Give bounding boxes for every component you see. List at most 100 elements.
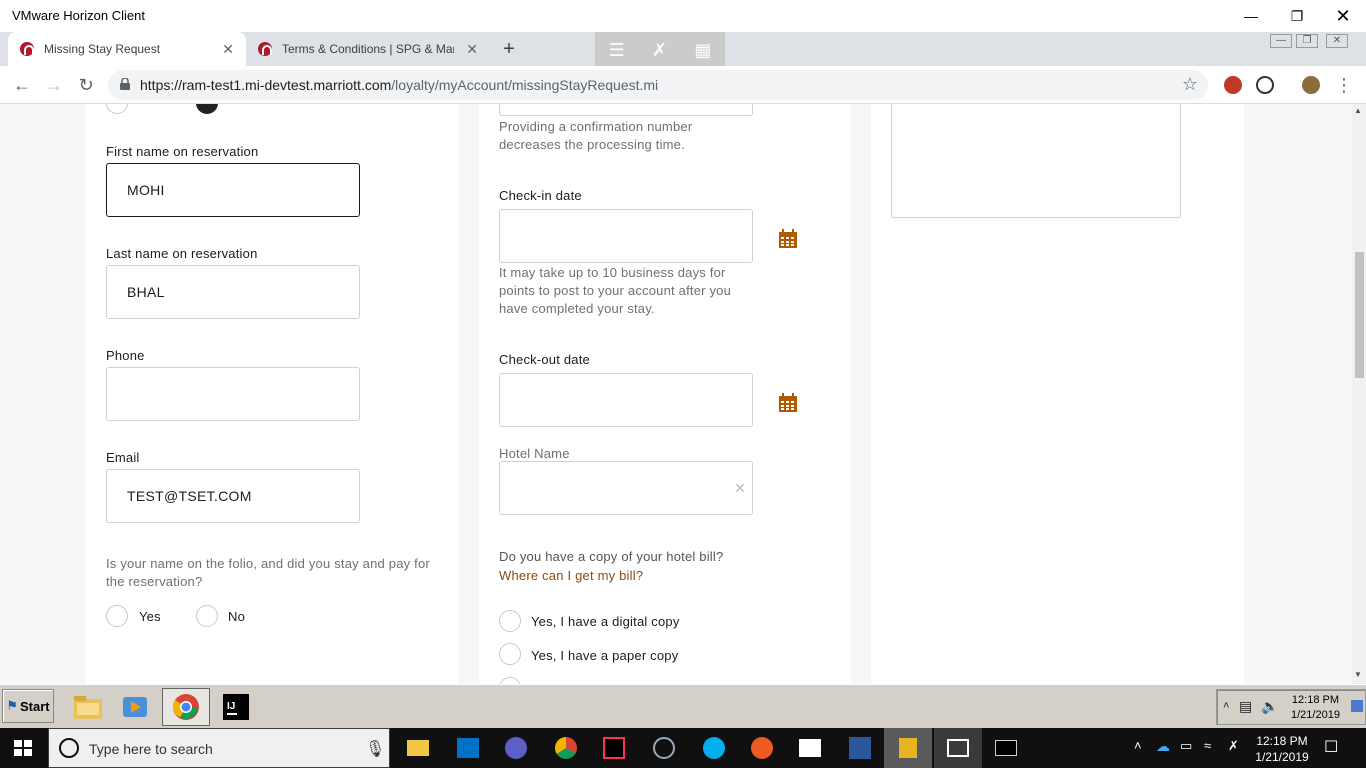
minimize-button[interactable]: — xyxy=(1228,0,1274,32)
url-host: https://ram-test1.mi-devtest.marriott.co… xyxy=(140,77,392,93)
media-player-icon[interactable] xyxy=(115,689,155,725)
lock-icon xyxy=(120,78,130,90)
microphone-icon[interactable]: 🎙 xyxy=(365,739,385,759)
bill-paper-radio[interactable] xyxy=(499,643,521,665)
reload-button[interactable]: ↻ xyxy=(74,74,98,96)
chrome-taskbar-icon[interactable] xyxy=(542,728,590,768)
mute-icon[interactable]: ✗ xyxy=(1228,738,1239,754)
intellij-icon[interactable]: IJ xyxy=(216,689,256,725)
word-icon[interactable] xyxy=(836,728,884,768)
show-desktop-icon[interactable] xyxy=(1351,700,1363,712)
close-tab-icon[interactable]: ✕ xyxy=(466,41,478,58)
tray-expand-icon[interactable]: ˄ xyxy=(1223,700,1229,712)
skype-icon[interactable] xyxy=(690,728,738,768)
confirmation-number-input[interactable] xyxy=(499,104,753,116)
folio-no-label: No xyxy=(228,609,246,624)
vm-restore-icon[interactable]: ❐ xyxy=(1296,34,1318,48)
file-explorer-taskbar-icon[interactable] xyxy=(394,728,442,768)
scroll-down-icon[interactable]: ▼ xyxy=(1354,670,1362,679)
vm-minimize-icon[interactable]: — xyxy=(1270,34,1292,48)
vmware-horizon-icon[interactable] xyxy=(934,728,982,768)
checkin-calendar-icon[interactable] xyxy=(778,229,798,249)
address-bar[interactable]: https://ram-test1.mi-devtest.marriott.co… xyxy=(108,70,1208,100)
new-tab-button[interactable]: + xyxy=(498,38,520,60)
close-tab-icon[interactable]: ✕ xyxy=(222,41,234,58)
first-name-input[interactable]: MOHI xyxy=(106,163,360,217)
vmware-floating-toolbar[interactable]: ☰ ✗ ▦ xyxy=(595,32,725,68)
url-text: https://ram-test1.mi-devtest.marriott.co… xyxy=(140,77,658,93)
hotel-name-label: Hotel Name xyxy=(499,446,570,461)
bill-third-radio[interactable] xyxy=(499,677,521,684)
file-explorer-icon[interactable] xyxy=(68,689,108,725)
back-button[interactable]: ← xyxy=(10,74,34,96)
where-bill-link[interactable]: Where can I get my bill? xyxy=(499,568,643,583)
last-name-input[interactable]: BHAL xyxy=(106,265,360,319)
prev-no-radio[interactable] xyxy=(196,104,218,114)
chrome-icon[interactable] xyxy=(162,688,210,726)
remote-date: 1/21/2019 xyxy=(1291,709,1340,721)
network-icon[interactable]: ▤ xyxy=(1239,698,1252,715)
scroll-up-icon[interactable]: ▲ xyxy=(1354,106,1362,115)
start-label: Start xyxy=(20,698,50,714)
folio-no-radio[interactable] xyxy=(196,605,218,627)
tray-expand-icon-local[interactable]: ˄ xyxy=(1134,738,1142,753)
checkin-label: Check-in date xyxy=(499,188,582,203)
windows-start-icon[interactable] xyxy=(14,740,32,756)
tab-missing-stay-request[interactable]: Missing Stay Request ✕ xyxy=(8,32,246,66)
extension-s-icon[interactable] xyxy=(1224,76,1242,94)
bill-digital-radio[interactable] xyxy=(499,610,521,632)
lock-app-icon[interactable] xyxy=(884,728,932,768)
disconnect-icon[interactable]: ✗ xyxy=(652,40,667,61)
photos-icon[interactable] xyxy=(786,728,834,768)
restore-button[interactable]: ❐ xyxy=(1274,0,1320,32)
forward-button[interactable]: → xyxy=(42,74,66,96)
middle-form-column: Providing a confirmation number decrease… xyxy=(479,104,851,684)
notifications-icon[interactable]: ☐ xyxy=(1324,737,1338,757)
scroll-thumb[interactable] xyxy=(1355,252,1364,378)
clear-hotel-icon[interactable]: ✕ xyxy=(734,480,746,497)
local-clock[interactable]: 12:18 PM 1/21/2019 xyxy=(1252,733,1312,765)
start-button[interactable]: ⚑ Start xyxy=(2,689,54,723)
checkout-calendar-icon[interactable] xyxy=(778,393,798,413)
intellij-taskbar-icon[interactable] xyxy=(590,728,638,768)
postman-icon[interactable] xyxy=(738,728,786,768)
chrome-menu-icon[interactable]: ⋮ xyxy=(1332,74,1356,96)
extension-w-icon[interactable] xyxy=(1256,76,1274,94)
remote-taskbar: ⚑ Start IJ ˄ ▤ 🔈 12:18 PM 1/21/2019 xyxy=(0,684,1366,728)
taskbar-search-box[interactable]: Type here to search 🎙 xyxy=(48,728,390,768)
confirmation-help: Providing a confirmation number decrease… xyxy=(499,119,693,152)
tab-label: Missing Stay Request xyxy=(44,42,161,56)
battery-icon[interactable]: ▭ xyxy=(1180,738,1192,754)
email-input[interactable]: TEST@TSET.COM xyxy=(106,469,360,523)
tab-terms-conditions[interactable]: Terms & Conditions | SPG & Marriott ✕ xyxy=(246,32,490,66)
onedrive-icon[interactable]: ☁ xyxy=(1156,738,1170,755)
menu-icon[interactable]: ☰ xyxy=(609,40,625,61)
phone-input[interactable] xyxy=(106,367,360,421)
checkin-input[interactable] xyxy=(499,209,753,263)
network-app-icon[interactable] xyxy=(492,728,540,768)
browser-toolbar: ← → ↻ https://ram-test1.mi-devtest.marri… xyxy=(0,66,1366,104)
bill-paper-label: Yes, I have a paper copy xyxy=(531,648,679,663)
obs-icon[interactable] xyxy=(640,728,688,768)
url-path: /loyalty/myAccount/missingStayRequest.mi xyxy=(391,77,659,93)
phone-label: Phone xyxy=(106,348,145,363)
email-label: Email xyxy=(106,450,140,465)
terminal-icon[interactable] xyxy=(982,728,1030,768)
hotel-name-input[interactable] xyxy=(499,461,753,515)
volume-icon[interactable]: 🔈 xyxy=(1261,698,1278,715)
comments-textarea[interactable] xyxy=(891,104,1181,218)
checkout-input[interactable] xyxy=(499,373,753,427)
profile-avatar[interactable] xyxy=(1302,76,1320,94)
devices-icon[interactable]: ▦ xyxy=(694,40,711,61)
bookmark-star-icon[interactable]: ☆ xyxy=(1182,74,1198,95)
page-scrollbar[interactable]: ▲ ▼ xyxy=(1352,104,1366,684)
bill-question: Do you have a copy of your hotel bill? xyxy=(499,549,724,564)
prev-yes-radio[interactable] xyxy=(106,104,128,114)
close-window-button[interactable]: ✕ xyxy=(1320,0,1366,32)
wifi-icon[interactable]: ≈ xyxy=(1204,738,1211,753)
checkin-help: It may take up to 10 business days for p… xyxy=(499,265,732,316)
outlook-icon[interactable] xyxy=(444,728,492,768)
folio-yes-radio[interactable] xyxy=(106,605,128,627)
vm-close-icon[interactable]: ✕ xyxy=(1326,34,1348,48)
search-placeholder: Type here to search xyxy=(89,741,213,757)
